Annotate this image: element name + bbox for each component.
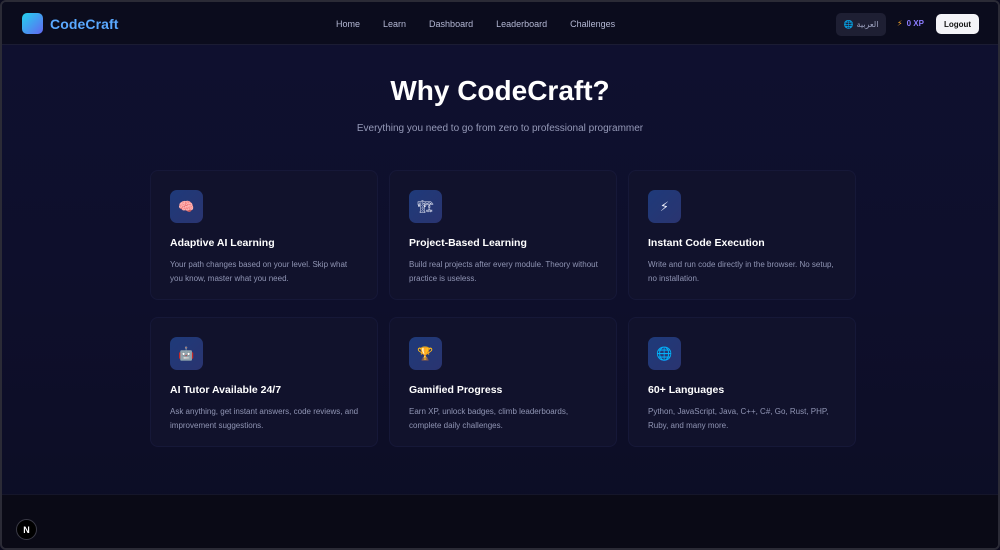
feature-card-instant-execution: ⚡ Instant Code Execution Write and run c…	[628, 170, 856, 300]
feature-description: Ask anything, get instant answers, code …	[170, 407, 359, 430]
feature-description: Python, JavaScript, Java, C++, C#, Go, R…	[648, 407, 829, 430]
feature-title: Project-Based Learning	[409, 237, 527, 249]
language-switch-button[interactable]: 🌐 العربية	[836, 13, 886, 36]
globe-icon: 🌐	[843, 20, 854, 29]
feature-card-gamified: 🏆 Gamified Progress Earn XP, unlock badg…	[389, 317, 617, 447]
nav-link-dashboard[interactable]: Dashboard	[429, 19, 473, 29]
feature-title: 60+ Languages	[648, 384, 725, 396]
lightning-icon: ⚡	[648, 190, 681, 223]
feature-card-project-based: 🏗 Project-Based Learning Build real proj…	[389, 170, 617, 300]
feature-title: Gamified Progress	[409, 384, 503, 396]
building-icon: 🏗	[409, 190, 442, 223]
xp-label: 0 XP	[906, 19, 924, 28]
nav-link-home[interactable]: Home	[336, 19, 360, 29]
feature-description: Build real projects after every module. …	[409, 260, 598, 283]
page-title: Why CodeCraft?	[390, 75, 610, 106]
dev-tools-badge[interactable]: N	[16, 519, 37, 540]
nav-link-challenges[interactable]: Challenges	[570, 19, 615, 29]
feature-title: Instant Code Execution	[648, 237, 765, 249]
feature-description: Earn XP, unlock badges, climb leaderboar…	[409, 407, 569, 430]
nav-links: Home Learn Dashboard Leaderboard Challen…	[336, 19, 638, 29]
brain-icon: 🧠	[170, 190, 203, 223]
feature-card-adaptive-ai: 🧠 Adaptive AI Learning Your path changes…	[150, 170, 378, 300]
feature-card-ai-tutor: 🤖 AI Tutor Available 24/7 Ask anything, …	[150, 317, 378, 447]
nav-link-leaderboard[interactable]: Leaderboard	[496, 19, 547, 29]
feature-title: Adaptive AI Learning	[170, 237, 275, 249]
brand[interactable]: CodeCraft	[22, 13, 119, 34]
nav-link-learn[interactable]: Learn	[383, 19, 406, 29]
app-window: CodeCraft Home Learn Dashboard Leaderboa…	[0, 0, 1000, 550]
language-label: العربية	[856, 20, 879, 29]
logout-button[interactable]: Logout	[936, 14, 979, 34]
xp-counter: ⚡ 0 XP	[897, 19, 924, 28]
page-footer	[2, 494, 998, 548]
globe-icon: 🌐	[648, 337, 681, 370]
feature-description: Your path changes based on your level. S…	[170, 260, 348, 283]
feature-title: AI Tutor Available 24/7	[170, 384, 282, 396]
top-navbar: CodeCraft Home Learn Dashboard Leaderboa…	[2, 2, 998, 45]
page-subtitle: Everything you need to go from zero to p…	[356, 123, 644, 134]
trophy-icon: 🏆	[409, 337, 442, 370]
brand-name: CodeCraft	[50, 15, 119, 32]
robot-icon: 🤖	[170, 337, 203, 370]
codecraft-logo	[22, 13, 43, 34]
lightning-icon: ⚡	[897, 19, 903, 28]
feature-card-languages: 🌐 60+ Languages Python, JavaScript, Java…	[628, 317, 856, 447]
feature-description: Write and run code directly in the brows…	[648, 260, 834, 283]
